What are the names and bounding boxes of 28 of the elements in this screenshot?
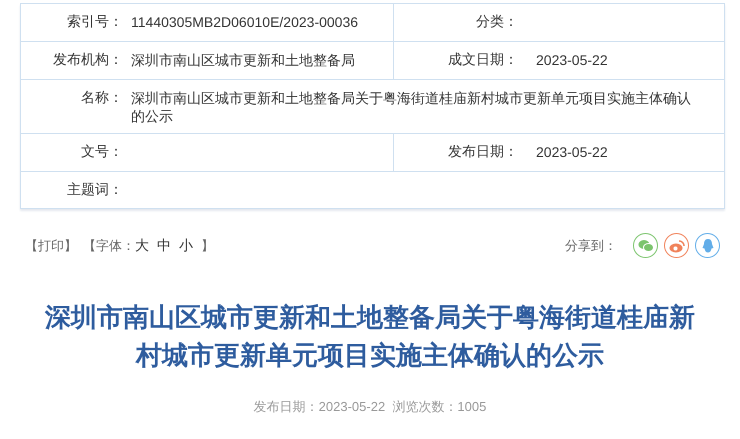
chat-bubbles-icon xyxy=(638,238,654,252)
field-label: 成文日期： xyxy=(448,51,518,67)
bracket-text: 】 xyxy=(201,238,214,252)
field-label: 名称： xyxy=(81,89,123,105)
field-label: 发布机构： xyxy=(53,51,123,67)
field-label: 发布日期： xyxy=(448,143,518,159)
share-label: 分享到： xyxy=(565,236,617,254)
field-value: 深圳市南山区城市更新和土地整备局关于粤海街道桂庙新村城市更新单元项目实施主体确认的公示 xyxy=(131,90,691,124)
print-link[interactable]: 【打印】 xyxy=(25,238,77,252)
field-value: 11440305MB2D06010E/2023-00036 xyxy=(131,14,358,30)
field-value: 2023-05-22 xyxy=(536,144,608,160)
penguin-icon xyxy=(700,238,714,254)
eye-swirl-icon xyxy=(668,238,684,252)
article-title: 深圳市南山区城市更新和土地整备局关于粤海街道桂庙新村城市更新单元项目实施主体确认的公示 xyxy=(44,301,696,372)
field-value: 深圳市南山区城市更新和土地整备局 xyxy=(131,52,355,68)
field-label: 索引号： xyxy=(67,13,123,29)
field-label: 文号： xyxy=(81,143,123,159)
chat-bubbles-button[interactable] xyxy=(633,233,658,258)
penguin-button[interactable] xyxy=(695,233,720,258)
field-label: 分类： xyxy=(476,13,518,29)
article-meta: 发布日期：2023-05-22 浏览次数：1005 xyxy=(252,398,488,416)
font-size-label: 【字体： xyxy=(83,238,135,252)
field-value: 2023-05-22 xyxy=(536,52,608,68)
field-label: 主题词： xyxy=(67,181,123,197)
font-size-link[interactable]: 小 xyxy=(179,236,193,252)
font-size-link[interactable]: 大 xyxy=(135,236,149,252)
eye-swirl-button[interactable] xyxy=(664,233,689,258)
font-size-link[interactable]: 中 xyxy=(157,236,171,252)
